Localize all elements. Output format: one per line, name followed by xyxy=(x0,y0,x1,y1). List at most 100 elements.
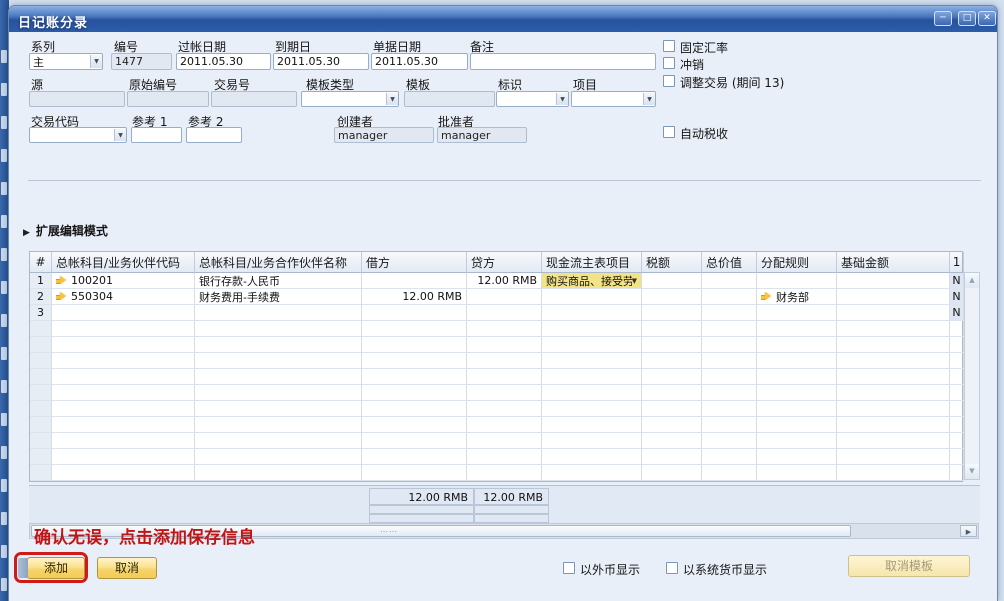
display-foreign-currency-checkbox[interactable] xyxy=(563,562,575,574)
account-name-cell[interactable] xyxy=(195,305,362,321)
template-type-select[interactable]: ▼ xyxy=(301,91,399,107)
gross-value-cell[interactable] xyxy=(702,273,757,289)
cashflow-cell[interactable] xyxy=(542,289,642,305)
tax-cell[interactable] xyxy=(642,305,702,321)
distribution-rule-cell[interactable] xyxy=(757,273,837,289)
base-amount-cell[interactable] xyxy=(837,289,950,305)
empty-cell xyxy=(52,385,195,401)
table-row-empty[interactable] xyxy=(30,401,962,417)
gross-value-cell[interactable] xyxy=(702,289,757,305)
ref1-field[interactable] xyxy=(131,127,182,143)
tax-cell[interactable] xyxy=(642,273,702,289)
credit-cell[interactable]: 12.00 RMB xyxy=(467,273,542,289)
column-header[interactable]: # xyxy=(30,252,52,273)
column-header[interactable]: 税额 xyxy=(642,252,702,273)
tax-cell[interactable] xyxy=(642,289,702,305)
table-row-empty[interactable] xyxy=(30,385,962,401)
gross-value-cell[interactable] xyxy=(702,305,757,321)
column-header[interactable]: 分配规则 xyxy=(757,252,837,273)
column-header[interactable]: 贷方 xyxy=(467,252,542,273)
account-code-cell[interactable]: 550304 xyxy=(52,289,195,305)
chevron-down-icon[interactable]: ▼ xyxy=(114,129,126,141)
adjust-trans-checkbox[interactable] xyxy=(663,75,675,87)
column-header[interactable]: 总帐科目/业务合作伙伴名称 xyxy=(195,252,362,273)
column-header[interactable]: 借方 xyxy=(362,252,467,273)
empty-cell xyxy=(702,401,757,417)
link-arrow-icon[interactable] xyxy=(56,292,67,301)
posting-date-field[interactable]: 2011.05.30 xyxy=(176,53,271,70)
link-arrow-icon[interactable] xyxy=(761,292,772,301)
empty-cell xyxy=(837,433,950,449)
screen: 日记账分录 ─ □ ✕ 系列 编号 过帐日期 到期日 单据日期 备注 主 ▼ 1… xyxy=(0,0,1004,601)
minimize-icon[interactable]: ─ xyxy=(934,11,952,26)
base-amount-cell[interactable] xyxy=(837,273,950,289)
table-row-empty[interactable] xyxy=(30,321,962,337)
table-row-empty[interactable] xyxy=(30,433,962,449)
table-row[interactable]: 2550304财务费用-手续费12.00 RMB财务部N xyxy=(30,289,962,305)
debit-cell[interactable]: 12.00 RMB xyxy=(362,289,467,305)
empty-cell xyxy=(837,369,950,385)
ref2-field[interactable] xyxy=(186,127,242,143)
indicator-select[interactable]: ▼ xyxy=(496,91,569,107)
account-name-cell[interactable]: 财务费用-手续费 xyxy=(195,289,362,305)
table-row[interactable]: 3N xyxy=(30,305,962,321)
cashflow-cell[interactable]: 购买商品、接受劳▼ xyxy=(542,273,642,289)
chevron-down-icon[interactable]: ▼ xyxy=(556,93,568,105)
account-code-cell[interactable]: 100201 xyxy=(52,273,195,289)
table-row-empty[interactable] xyxy=(30,449,962,465)
column-header[interactable]: 基础金额 xyxy=(837,252,950,273)
cancel-template-button[interactable]: 取消模板 xyxy=(848,555,970,577)
table-row-empty[interactable] xyxy=(30,353,962,369)
close-icon[interactable]: ✕ xyxy=(978,11,996,26)
fixed-rate-checkbox[interactable] xyxy=(663,40,675,52)
column-header[interactable]: 1 xyxy=(950,252,964,273)
series-select[interactable]: 主 ▼ xyxy=(29,53,103,70)
row-number xyxy=(30,417,52,433)
table-row[interactable]: 1100201银行存款-人民币12.00 RMB购买商品、接受劳▼N xyxy=(30,273,962,289)
distribution-rule-cell[interactable] xyxy=(757,305,837,321)
trans-code-select[interactable]: ▼ xyxy=(29,127,127,143)
empty-cell xyxy=(542,433,642,449)
window-titlebar[interactable]: 日记账分录 ─ □ ✕ xyxy=(9,6,997,32)
distribution-rule-cell[interactable]: 财务部 xyxy=(757,289,837,305)
table-row-empty[interactable] xyxy=(30,417,962,433)
empty-cell xyxy=(467,433,542,449)
column-header[interactable]: 现金流主表项目 xyxy=(542,252,642,273)
background-window-item xyxy=(1,248,7,261)
link-arrow-icon[interactable] xyxy=(56,276,67,285)
remarks-field[interactable] xyxy=(470,53,656,70)
display-system-currency-checkbox[interactable] xyxy=(666,562,678,574)
table-row-empty[interactable] xyxy=(30,465,962,481)
empty-cell xyxy=(52,417,195,433)
extended-edit-mode-expander[interactable]: ▶扩展编辑模式 xyxy=(23,222,108,239)
table-row-empty[interactable] xyxy=(30,337,962,353)
reverse-checkbox[interactable] xyxy=(663,57,675,69)
credit-cell[interactable] xyxy=(467,289,542,305)
origin-no-field xyxy=(127,91,209,107)
approver-field: manager xyxy=(437,127,527,143)
chevron-down-icon[interactable]: ▼ xyxy=(90,55,102,68)
due-date-field[interactable]: 2011.05.30 xyxy=(273,53,369,70)
chevron-down-icon[interactable]: ▼ xyxy=(386,93,398,105)
cancel-button[interactable]: 取消 xyxy=(97,557,157,579)
chevron-down-icon[interactable]: ▼ xyxy=(632,277,637,285)
doc-date-field[interactable]: 2011.05.30 xyxy=(371,53,468,70)
debit-cell[interactable] xyxy=(362,273,467,289)
debit-cell[interactable] xyxy=(362,305,467,321)
maximize-icon[interactable]: □ xyxy=(958,11,976,26)
account-name-cell[interactable]: 银行存款-人民币 xyxy=(195,273,362,289)
scroll-down-icon[interactable]: ▼ xyxy=(965,464,979,479)
auto-tax-checkbox[interactable] xyxy=(663,126,675,138)
table-row-empty[interactable] xyxy=(30,369,962,385)
chevron-down-icon[interactable]: ▼ xyxy=(643,93,655,105)
base-amount-cell[interactable] xyxy=(837,305,950,321)
project-select[interactable]: ▼ xyxy=(571,91,656,107)
column-header[interactable]: 总价值 xyxy=(702,252,757,273)
scroll-right-icon[interactable]: ▶ xyxy=(960,525,977,537)
table-vertical-scrollbar[interactable]: ▲ ▼ xyxy=(964,272,980,480)
column-header[interactable]: 总帐科目/业务伙伴代码 xyxy=(52,252,195,273)
scroll-up-icon[interactable]: ▲ xyxy=(965,273,979,288)
cashflow-cell[interactable] xyxy=(542,305,642,321)
account-code-cell[interactable] xyxy=(52,305,195,321)
credit-cell[interactable] xyxy=(467,305,542,321)
